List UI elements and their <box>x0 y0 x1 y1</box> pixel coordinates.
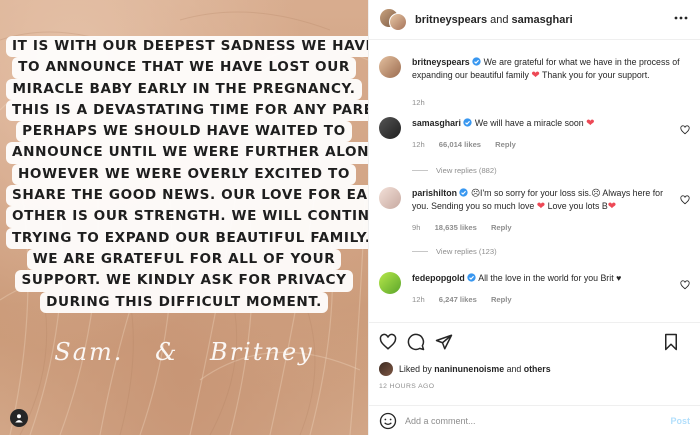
announcement-line: MIRACLE BABY EARLY IN THE PREGNANCY. <box>6 78 362 100</box>
announcement-line: THIS IS A DEVASTATING TIME FOR ANY PAREN… <box>6 99 368 122</box>
heart-outline-icon[interactable] <box>680 125 690 135</box>
header-joiner: and <box>490 13 509 26</box>
signature: Sam. & Britney <box>54 338 314 366</box>
comment-text: I'm so sorry for your loss sis. <box>480 188 592 198</box>
announcement-line: SHARE THE GOOD NEWS. OUR LOVE FOR EACH <box>6 185 368 207</box>
avatar[interactable] <box>379 56 401 78</box>
comment-input[interactable] <box>405 415 671 426</box>
comment-likes[interactable]: 66,014 likes <box>439 140 481 149</box>
announcement-line: TRYING TO EXPAND OUR BEAUTIFUL FAMILY. <box>6 227 368 249</box>
comment-time[interactable]: 12h <box>412 295 425 304</box>
announcement-line: SUPPORT. WE KINDLY ASK FOR PRIVACY <box>15 270 353 292</box>
caption-text-thanks: Thank you for your support. <box>542 70 650 80</box>
reply-button[interactable]: Reply <box>491 295 512 304</box>
caption-username[interactable]: britneyspears <box>412 57 470 67</box>
verified-badge-icon <box>467 273 476 282</box>
liked-by: Liked by naninunenoisme and others <box>379 362 690 376</box>
view-replies-label: View replies (123) <box>436 247 497 256</box>
verified-badge-icon <box>472 57 481 66</box>
divider <box>412 251 428 252</box>
comment-likes[interactable]: 18,635 likes <box>435 223 477 232</box>
comment-text-end: Love you lots B <box>547 201 608 211</box>
comments-list[interactable]: britneyspears We are grateful for what w… <box>369 41 700 322</box>
avatar[interactable] <box>379 187 401 209</box>
announcement-text: IT IS WITH OUR DEEPEST SADNESS WE HAVE T… <box>0 36 368 313</box>
post-image[interactable]: IT IS WITH OUR DEEPEST SADNESS WE HAVE T… <box>0 0 368 435</box>
sad-face-emoji-icon: ☹ <box>470 188 481 198</box>
heart-outline-icon[interactable] <box>680 195 690 205</box>
heart-outline-icon[interactable] <box>680 280 690 290</box>
announcement-line: TO ANNOUNCE THAT WE HAVE LOST OUR <box>12 57 356 79</box>
avatar[interactable] <box>379 117 401 139</box>
paper-plane-icon[interactable] <box>435 333 453 351</box>
comment-text: All the love in the world for you Brit ♥ <box>478 273 622 283</box>
comment-time[interactable]: 9h <box>412 223 420 232</box>
view-replies-button[interactable]: View replies (882) <box>412 164 690 177</box>
red-heart-emoji-icon: ❤ <box>531 70 540 81</box>
collaborator-username[interactable]: samasghari <box>512 14 573 26</box>
smiley-icon[interactable] <box>379 412 397 430</box>
announcement-line: PERHAPS WE SHOULD HAVE WAITED TO <box>16 121 352 143</box>
announcement-line: DURING THIS DIFFICULT MOMENT. <box>40 291 328 313</box>
caption: britneyspears We are grateful for what w… <box>379 56 690 109</box>
divider <box>412 170 428 171</box>
comment-item: parishilton ☹I'm so sorry for your loss … <box>379 187 690 258</box>
author-avatars[interactable] <box>379 7 409 33</box>
announcement-line: HOWEVER WE WERE OVERLY EXCITED TO <box>11 163 357 186</box>
verified-badge-icon <box>463 118 472 127</box>
announcement-line: WE ARE GRATEFUL FOR ALL OF YOUR <box>26 248 342 271</box>
sad-face-emoji-icon: ☹ <box>591 188 601 198</box>
view-replies-label: View replies (882) <box>436 166 497 175</box>
avatar[interactable] <box>379 272 401 294</box>
comment-text: We will have a miracle soon <box>474 118 584 128</box>
liked-by-prefix: Liked by <box>399 364 432 374</box>
author-username[interactable]: britneyspears <box>415 14 487 26</box>
avatar[interactable] <box>379 362 393 376</box>
liked-by-suffix: and <box>506 364 522 374</box>
verified-badge-icon <box>459 188 469 197</box>
heart-outline-icon[interactable] <box>379 333 397 351</box>
red-heart-emoji-icon: ❤ <box>536 201 546 212</box>
avatar[interactable] <box>389 12 407 31</box>
red-heart-emoji-icon: ❤ <box>586 118 595 129</box>
comment-item: samasghari We will have a miracle soon ❤… <box>379 117 690 177</box>
post-header: britneyspears and samasghari <box>369 0 700 40</box>
announcement-line: OTHER IS OUR STRENGTH. WE WILL CONTINUE <box>6 206 368 228</box>
comment-icon[interactable] <box>407 333 425 351</box>
post-button[interactable]: Post <box>670 416 690 426</box>
reply-button[interactable]: Reply <box>495 140 516 149</box>
red-heart-emoji-icon: ❤ <box>607 201 617 212</box>
post-timestamp[interactable]: 12 HOURS AGO <box>379 383 434 390</box>
announcement-line: ANNOUNCE UNTIL WE WERE FURTHER ALONG <box>6 142 368 164</box>
announcement-line: IT IS WITH OUR DEEPEST SADNESS WE HAVE <box>6 36 368 58</box>
caption-time[interactable]: 12h <box>412 98 425 107</box>
action-bar <box>369 322 700 360</box>
add-comment-bar: Post <box>369 405 700 435</box>
liked-by-others[interactable]: others <box>524 364 551 374</box>
comment-username[interactable]: parishilton <box>412 188 457 198</box>
comment-username[interactable]: samasghari <box>412 118 461 128</box>
comment-username[interactable]: fedepopgold <box>412 273 465 283</box>
post-side-panel: britneyspears and samasghari britneyspea… <box>368 0 700 435</box>
comment-time[interactable]: 12h <box>412 140 425 149</box>
ellipsis-icon[interactable] <box>674 16 688 20</box>
bookmark-icon[interactable] <box>662 333 680 351</box>
liked-by-user[interactable]: naninunenoisme <box>434 364 504 374</box>
reply-button[interactable]: Reply <box>491 223 512 232</box>
user-tag-icon[interactable] <box>10 409 28 427</box>
view-replies-button[interactable]: View replies (123) <box>412 245 690 258</box>
comment-item: fedepopgold All the love in the world fo… <box>379 272 690 306</box>
comment-likes[interactable]: 6,247 likes <box>439 295 477 304</box>
